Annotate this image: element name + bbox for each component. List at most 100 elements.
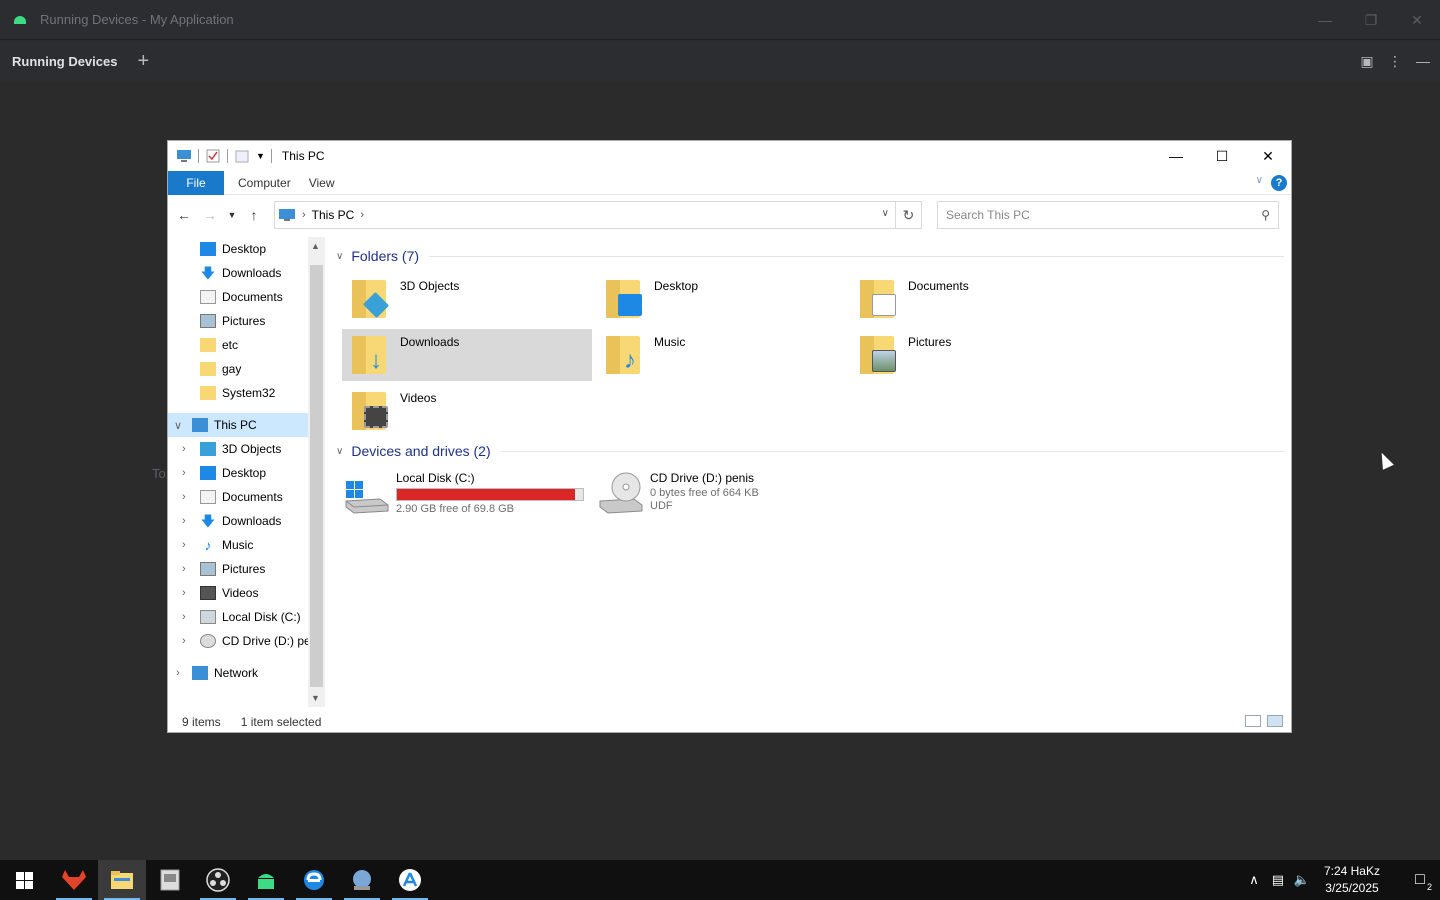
scroll-up-icon[interactable]: ▲ — [311, 241, 320, 251]
nav-item-documents[interactable]: › Documents — [182, 485, 283, 509]
collapse-group-icon[interactable]: ∨ — [336, 446, 343, 457]
collapse-icon[interactable]: ∨ — [174, 419, 182, 432]
recent-locations-button[interactable]: ▼ — [226, 210, 238, 220]
expand-icon[interactable]: › — [182, 635, 186, 647]
breadcrumb-separator-icon[interactable]: › — [360, 209, 364, 221]
close-icon[interactable]: ✕ — [1394, 0, 1440, 40]
more-options-icon[interactable]: ⋮ — [1388, 53, 1402, 70]
search-input[interactable] — [946, 208, 1246, 222]
nav-item-documents[interactable]: Documents📌 — [200, 285, 283, 309]
expand-icon[interactable]: › — [182, 563, 186, 575]
maximize-icon[interactable]: ☐ — [1199, 141, 1245, 171]
folder-tile-videos[interactable]: Videos — [342, 385, 592, 437]
back-button[interactable]: ← — [174, 207, 194, 223]
taskbar-app-store[interactable] — [386, 860, 434, 900]
large-icons-view-icon[interactable] — [1267, 715, 1283, 727]
folder-tile-desktop[interactable]: Desktop — [596, 273, 846, 325]
refresh-button[interactable]: ↻ — [895, 202, 921, 228]
nav-item-desktop[interactable]: Desktop📌 — [200, 237, 266, 261]
up-button[interactable]: ↑ — [244, 207, 264, 223]
taskbar-app-android-studio[interactable] — [242, 860, 290, 900]
network-status-icon[interactable]: ▤ — [1266, 872, 1290, 888]
expand-icon[interactable]: › — [182, 587, 186, 599]
nav-item-cd-drive[interactable]: › CD Drive (D:) penis — [182, 629, 325, 653]
nav-item-videos[interactable]: › Videos — [182, 581, 258, 605]
taskbar-app-installer[interactable] — [146, 860, 194, 900]
expand-icon[interactable]: › — [182, 539, 186, 551]
start-button[interactable] — [0, 860, 48, 900]
nav-item-downloads[interactable]: › 🡇 Downloads — [182, 509, 281, 533]
taskbar-app-gitlab[interactable] — [50, 860, 98, 900]
nav-item-downloads[interactable]: 🡇Downloads📌 — [200, 261, 282, 285]
nav-item-desktop[interactable]: › Desktop — [182, 461, 266, 485]
overlay — [618, 294, 642, 316]
nav-item-network[interactable]: › Network — [176, 661, 258, 685]
devices-group-header[interactable]: ∨ Devices and drives (2) — [334, 440, 1284, 462]
quick-access-dropdown-icon[interactable]: ▼ — [256, 151, 265, 161]
nav-item-local-disk[interactable]: › Local Disk (C:) — [182, 605, 301, 629]
documents-icon — [200, 290, 216, 304]
breadcrumb-this-pc[interactable]: This PC — [312, 208, 355, 222]
minimize-icon[interactable]: — — [1302, 0, 1348, 40]
tab-computer[interactable]: Computer — [238, 176, 291, 190]
expand-icon[interactable]: › — [182, 491, 186, 503]
layout-icon[interactable]: ▣ — [1360, 53, 1374, 70]
running-devices-title[interactable]: Running Devices — [12, 54, 117, 69]
nav-item-music[interactable]: › ♪ Music — [182, 533, 253, 557]
expand-icon[interactable]: › — [176, 667, 180, 679]
taskbar-app-obs[interactable] — [194, 860, 242, 900]
folders-group-header[interactable]: ∨ Folders (7) — [334, 245, 1284, 267]
nav-item-system32[interactable]: System32 — [200, 381, 275, 405]
taskbar-app-edge[interactable] — [290, 860, 338, 900]
scroll-down-icon[interactable]: ▼ — [311, 693, 320, 703]
folder-tile-music[interactable]: ♪ Music — [596, 329, 846, 381]
nav-scrollbar[interactable]: ▲ ▼ — [308, 237, 325, 707]
add-device-tab-button[interactable]: + — [137, 51, 149, 71]
folder-tile-pictures[interactable]: Pictures — [850, 329, 1100, 381]
nav-item-3d-objects[interactable]: › 3D Objects — [182, 437, 281, 461]
minimize-icon[interactable]: — — [1153, 141, 1199, 171]
explorer-window-controls: — ☐ ✕ — [1153, 141, 1291, 171]
drive-tile-local-disk[interactable]: Local Disk (C:) 2.90 GB free of 69.8 GB — [340, 465, 594, 521]
nav-item-pictures[interactable]: › Pictures — [182, 557, 265, 581]
taskbar-app-file-explorer[interactable] — [98, 860, 146, 900]
nav-item-etc[interactable]: etc — [200, 333, 238, 357]
search-box[interactable]: ⚲ — [937, 201, 1279, 229]
search-icon[interactable]: ⚲ — [1261, 208, 1270, 222]
properties-icon[interactable] — [205, 149, 221, 163]
restore-icon[interactable]: ❐ — [1348, 0, 1394, 40]
breadcrumb-separator-icon[interactable]: › — [302, 209, 306, 221]
folder-tile-downloads[interactable]: ↓ Downloads — [342, 329, 592, 381]
hide-panel-icon[interactable]: — — [1416, 53, 1430, 69]
collapse-group-icon[interactable]: ∨ — [336, 251, 343, 262]
divider — [500, 450, 1284, 452]
address-bar[interactable]: › This PC › ∨ ↻ — [274, 201, 922, 229]
nav-item-this-pc[interactable]: ∨ This PC — [168, 413, 308, 437]
expand-icon[interactable]: › — [182, 467, 186, 479]
nav-item-gay[interactable]: gay — [200, 357, 241, 381]
expand-ribbon-icon[interactable]: ∨ — [1256, 175, 1263, 186]
address-history-dropdown-icon[interactable]: ∨ — [882, 208, 889, 219]
expand-icon[interactable]: › — [182, 611, 186, 623]
3d-objects-icon — [200, 442, 216, 456]
new-folder-icon[interactable] — [234, 149, 250, 163]
scrollbar-thumb[interactable] — [310, 265, 323, 687]
clock[interactable]: 7:24 HaKz 3/25/2025 — [1324, 863, 1380, 897]
expand-icon[interactable]: › — [182, 515, 186, 527]
nav-item-pictures[interactable]: Pictures📌 — [200, 309, 265, 333]
close-icon[interactable]: ✕ — [1245, 141, 1291, 171]
drive-tile-cd-drive[interactable]: CD Drive (D:) penis 0 bytes free of 664 … — [594, 465, 848, 521]
action-center-button[interactable]: □ 2 — [1400, 860, 1440, 900]
expand-icon[interactable]: › — [182, 443, 186, 455]
details-view-icon[interactable] — [1245, 715, 1261, 727]
taskbar-app-network[interactable] — [338, 860, 386, 900]
folder-tile-3d-objects[interactable]: 3D Objects — [342, 273, 592, 325]
show-hidden-icons-icon[interactable]: ∧ — [1242, 872, 1266, 888]
tab-view[interactable]: View — [309, 176, 335, 190]
forward-button[interactable]: → — [200, 207, 220, 223]
tab-file[interactable]: File — [168, 170, 224, 195]
volume-icon[interactable]: 🔈 — [1290, 872, 1314, 888]
folder-tile-documents[interactable]: Documents — [850, 273, 1100, 325]
android-studio-logo-icon — [14, 15, 26, 24]
help-button[interactable]: ? — [1271, 175, 1287, 191]
